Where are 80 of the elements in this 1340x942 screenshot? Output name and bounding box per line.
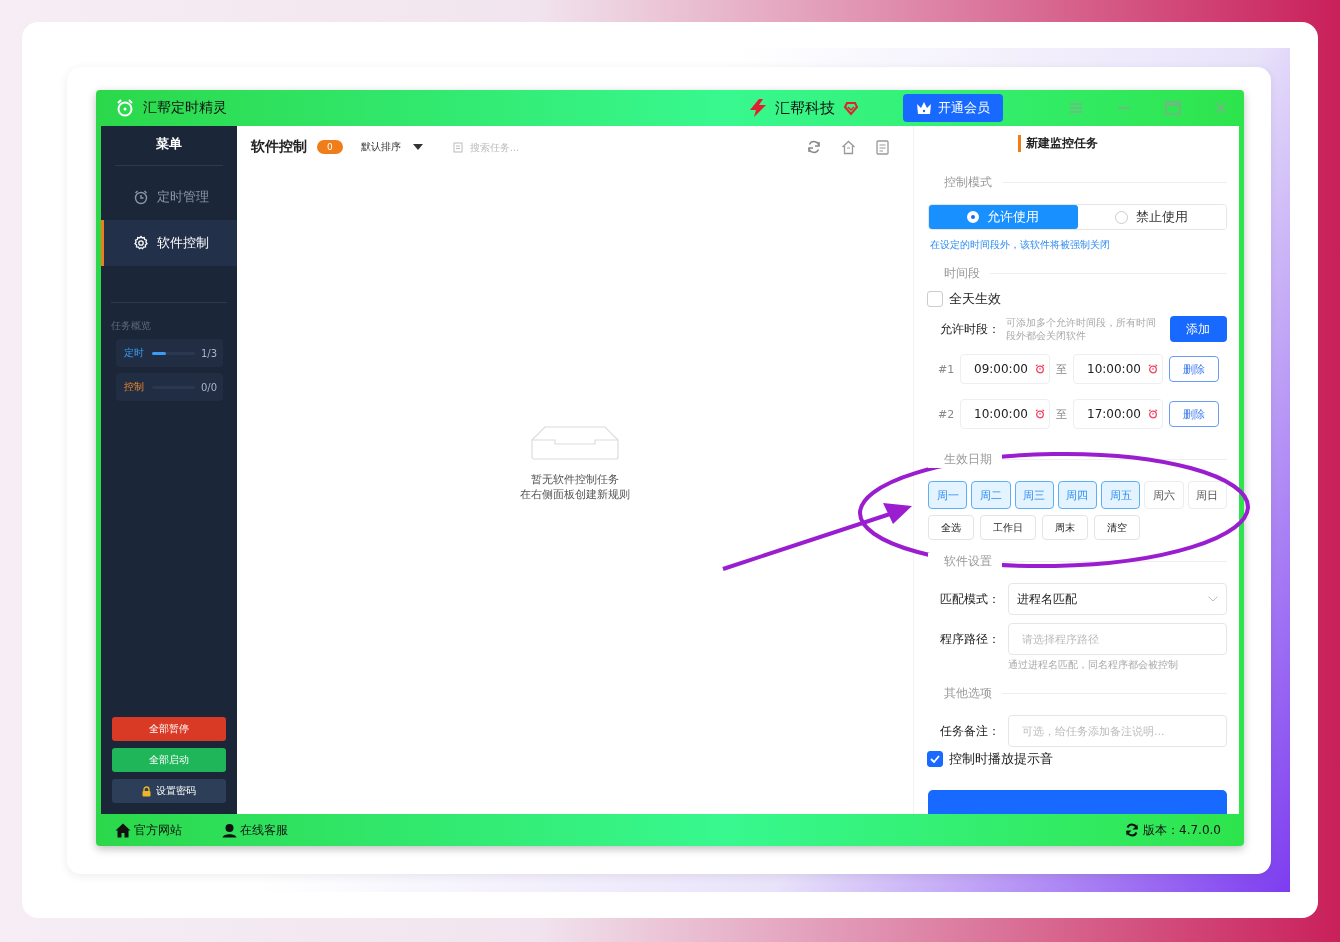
weekday-toggle[interactable]: 周六	[1144, 481, 1184, 509]
stat-count: 1/3	[200, 347, 217, 359]
alarm-icon	[1148, 409, 1158, 419]
page-title: 软件控制	[251, 138, 307, 156]
section-title: 软件设置	[928, 553, 1002, 570]
list-icon[interactable]	[876, 139, 889, 155]
home-icon[interactable]	[841, 139, 856, 155]
weekday-toggle[interactable]: 周日	[1187, 481, 1227, 509]
quick-select-button[interactable]: 工作日	[980, 515, 1036, 540]
crown-icon	[916, 101, 932, 115]
empty-message: 在右侧面板创建新规则	[520, 487, 630, 502]
stat-count: 0/0	[200, 381, 217, 393]
refresh-icon	[1125, 823, 1139, 837]
section-title: 生效日期	[928, 451, 1002, 468]
delete-button[interactable]: 删除	[1169, 401, 1219, 427]
add-button[interactable]: 添加	[1169, 316, 1227, 342]
gear-icon	[132, 235, 149, 251]
field-label: 程序路径：	[939, 630, 1001, 648]
sidebar-item[interactable]: 软件控制	[101, 220, 237, 266]
quick-select-button[interactable]: 全选	[928, 515, 974, 540]
time-field[interactable]: 10:00:00	[960, 399, 1050, 429]
sidebar-heading: 菜单	[115, 126, 223, 166]
action-button[interactable]: 全部暂停	[112, 717, 226, 741]
range-separator: 至	[1056, 406, 1067, 422]
chevron-down-icon	[1208, 596, 1218, 602]
hint-text: 通过进程名匹配，同名程序都会被控制	[1008, 658, 1179, 672]
menu-icon[interactable]	[1069, 102, 1083, 114]
field-label: 任务备注：	[939, 722, 1001, 740]
overview-title: 任务概览	[111, 319, 152, 333]
period-index: #1	[938, 362, 954, 376]
footer-link[interactable]: 在线客服	[222, 821, 288, 839]
caret-icon	[412, 144, 423, 150]
alarm-icon	[1035, 409, 1045, 419]
time-field[interactable]: 09:00:00	[960, 354, 1050, 384]
stat-label: 控制	[124, 380, 145, 394]
time-field[interactable]: 10:00:00	[1073, 354, 1163, 384]
search-icon	[452, 141, 464, 153]
user-icon	[222, 822, 237, 838]
brand-name: 汇帮科技	[775, 98, 835, 118]
match-mode-select[interactable]: 进程名匹配	[1008, 583, 1227, 615]
hint-text: 可添加多个允许时间段，所有时间段外都会关闭软件	[1006, 316, 1157, 342]
field-label: 匹配模式：	[939, 590, 1001, 608]
clock-icon	[132, 189, 149, 205]
checkbox-label: 控制时播放提示音	[949, 750, 1053, 768]
sort-dropdown[interactable]: 默认排序	[360, 140, 423, 154]
app-title: 汇帮定时精灵	[143, 99, 227, 117]
path-field[interactable]: 请选择程序路径	[1008, 623, 1227, 655]
vip-button[interactable]: 开通会员	[903, 94, 1003, 122]
house-icon	[115, 822, 131, 838]
delete-button[interactable]: 删除	[1169, 356, 1219, 382]
mode-hint: 在设定的时间段外，该软件将被强制关闭	[930, 238, 1111, 252]
panel-title: 新建监控任务	[1017, 135, 1098, 153]
maximize-icon[interactable]	[1165, 101, 1181, 115]
quick-select-button[interactable]: 清空	[1094, 515, 1140, 540]
refresh-icon[interactable]	[807, 140, 821, 154]
sidebar-item[interactable]: 定时管理	[101, 174, 237, 220]
checkbox-label: 全天生效	[949, 290, 1001, 308]
bolt-logo-icon	[747, 98, 769, 118]
submit-button[interactable]	[928, 790, 1227, 814]
action-button[interactable]: 设置密码	[112, 779, 226, 803]
close-icon[interactable]	[1215, 102, 1227, 114]
field-label: 允许时段：	[940, 320, 1000, 338]
time-field[interactable]: 17:00:00	[1073, 399, 1163, 429]
checkbox[interactable]	[927, 291, 943, 307]
range-separator: 至	[1056, 361, 1067, 377]
empty-message: 暂无软件控制任务	[531, 472, 619, 487]
alarm-clock-icon	[115, 98, 135, 118]
check-icon	[930, 755, 940, 763]
count-badge: 0	[317, 140, 343, 154]
alarm-icon	[1148, 364, 1158, 374]
empty-tray-icon	[531, 426, 619, 460]
period-index: #2	[938, 407, 954, 421]
heart-icon	[843, 100, 859, 116]
quick-select-button[interactable]: 周末	[1042, 515, 1088, 540]
checkbox[interactable]	[927, 751, 943, 767]
lock-icon	[142, 785, 151, 797]
stat-label: 定时	[124, 346, 145, 360]
footer-link[interactable]: 官方网站	[115, 821, 182, 839]
version-label: 版本：4.7.0.0	[1125, 821, 1221, 839]
alarm-icon	[1035, 364, 1045, 374]
